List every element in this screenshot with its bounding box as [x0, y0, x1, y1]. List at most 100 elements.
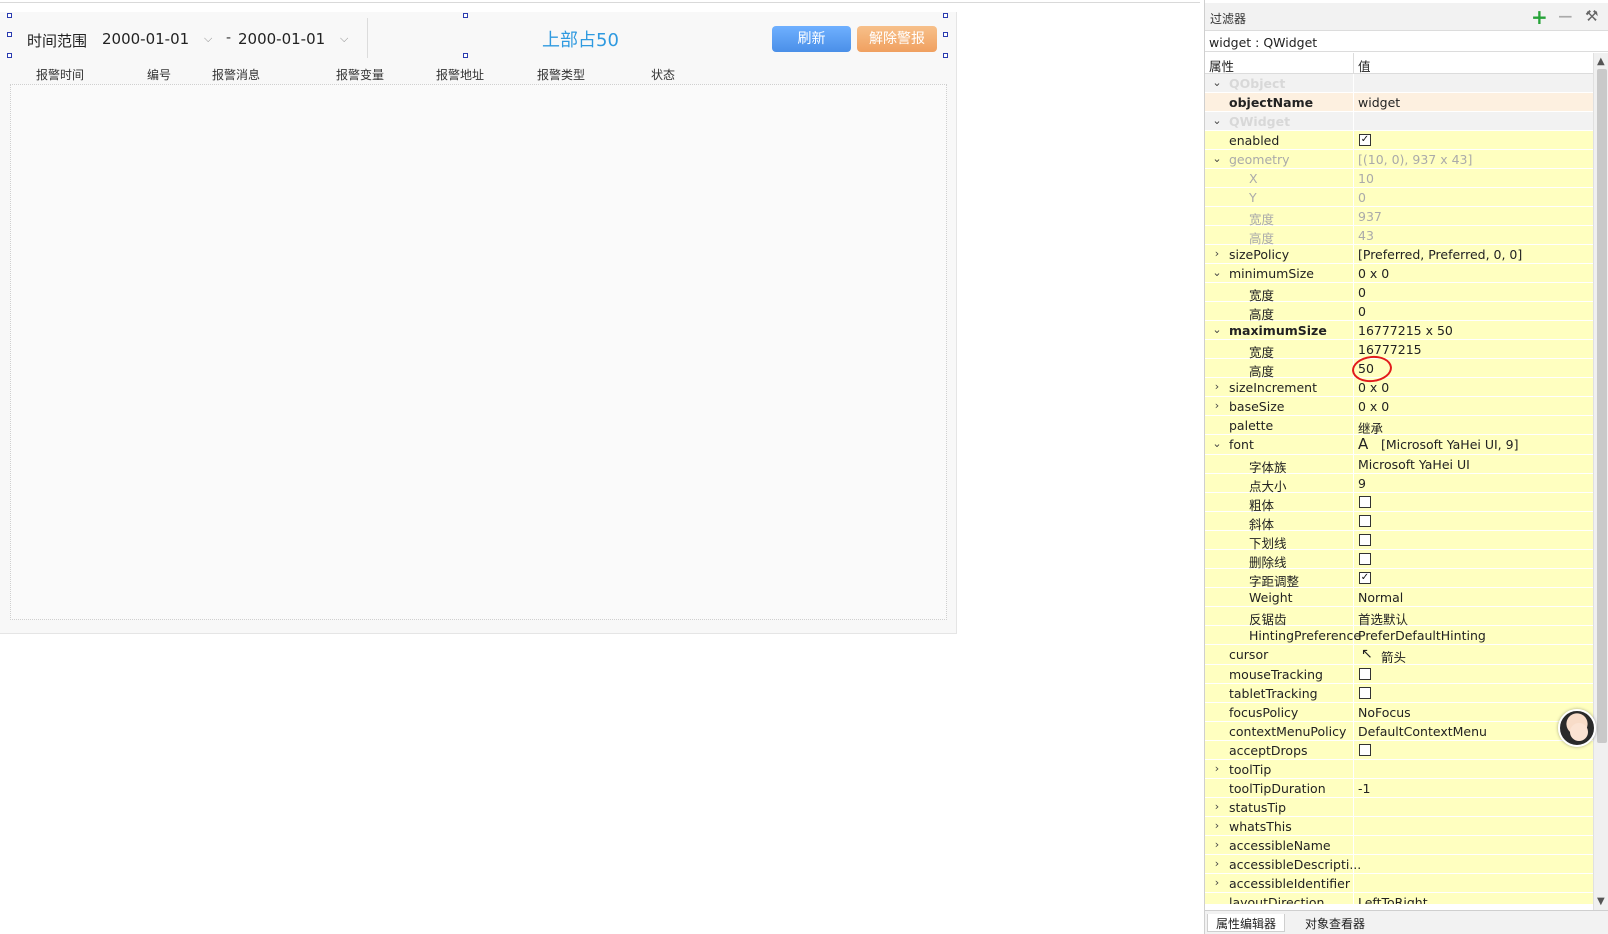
tab-object-inspector[interactable]: 对象查看器 [1297, 914, 1373, 932]
vertical-scrollbar[interactable]: ▲ ▼ [1593, 53, 1608, 910]
property-value[interactable]: DefaultContextMenu [1358, 724, 1487, 739]
chevron-down-icon[interactable]: ⌄ [1211, 266, 1223, 279]
property-value[interactable]: 937 [1358, 209, 1382, 224]
column-header[interactable]: 状态 [651, 66, 675, 83]
property-row[interactable]: 删除线 [1205, 550, 1593, 570]
property-row[interactable]: ⌄ maximumSize 16777215 x 50 [1205, 321, 1593, 340]
chevron-right-icon[interactable]: › [1211, 399, 1223, 412]
property-row[interactable]: 高度 43 [1205, 226, 1593, 246]
selection-handle[interactable] [7, 32, 12, 37]
property-value[interactable]: 0 x 0 [1358, 266, 1389, 281]
property-row[interactable]: layoutDirection LeftToRight [1205, 893, 1593, 904]
minus-icon[interactable]: − [1557, 4, 1574, 28]
chevron-right-icon[interactable]: › [1211, 800, 1223, 813]
checkbox-unchecked[interactable] [1359, 744, 1371, 756]
column-header[interactable]: 编号 [147, 66, 171, 83]
column-header[interactable]: 报警变量 [336, 66, 384, 83]
checkbox-checked[interactable]: ✓ [1359, 134, 1371, 146]
chevron-right-icon[interactable]: › [1211, 380, 1223, 393]
property-value[interactable]: LeftToRight [1358, 895, 1428, 904]
chevron-right-icon[interactable]: › [1211, 876, 1223, 889]
column-header[interactable]: 报警消息 [212, 66, 260, 83]
chevron-right-icon[interactable]: › [1211, 819, 1223, 832]
property-row[interactable]: 反锯齿 首选默认 [1205, 607, 1593, 627]
property-value[interactable]: 16777215 x 50 [1358, 323, 1453, 338]
property-value[interactable]: Microsoft YaHei UI [1358, 457, 1470, 472]
alarm-table-body[interactable] [10, 84, 947, 620]
property-row[interactable]: › sizeIncrement 0 x 0 [1205, 378, 1593, 397]
property-value[interactable]: 16777215 [1358, 342, 1422, 357]
selection-handle[interactable] [7, 13, 12, 18]
end-date-edit[interactable]: 2000-01-01 [238, 30, 325, 48]
selection-handle[interactable] [463, 13, 468, 18]
property-row[interactable]: mouseTracking [1205, 665, 1593, 684]
property-row[interactable]: Weight Normal [1205, 588, 1593, 607]
property-row[interactable]: cursor ↖ 箭头 [1205, 645, 1593, 665]
refresh-button[interactable]: 刷新 [772, 26, 851, 52]
property-row[interactable]: 宽度 0 [1205, 283, 1593, 303]
property-row[interactable]: 高度 0 [1205, 302, 1593, 322]
property-row[interactable]: ⌄ minimumSize 0 x 0 [1205, 264, 1593, 283]
property-row[interactable]: › accessibleName [1205, 836, 1593, 855]
scroll-up-icon[interactable]: ▲ [1597, 56, 1605, 67]
property-row[interactable]: objectName widget [1205, 93, 1593, 112]
property-row[interactable]: 粗体 [1205, 493, 1593, 513]
start-date-edit[interactable]: 2000-01-01 [102, 30, 189, 48]
chevron-down-icon[interactable]: ⌵ [340, 32, 348, 46]
chevron-right-icon[interactable]: › [1211, 762, 1223, 775]
scroll-down-icon[interactable]: ▼ [1597, 896, 1605, 907]
property-row[interactable]: 点大小 9 [1205, 474, 1593, 494]
property-row[interactable]: › accessibleIdentifier [1205, 874, 1593, 893]
column-header[interactable]: 报警地址 [436, 66, 484, 83]
property-value[interactable]: 43 [1358, 228, 1374, 243]
property-value[interactable]: PreferDefaultHinting [1358, 628, 1486, 643]
property-row[interactable]: contextMenuPolicy DefaultContextMenu [1205, 722, 1593, 741]
property-value[interactable]: -1 [1358, 781, 1370, 796]
property-value[interactable]: 0 x 0 [1358, 380, 1389, 395]
property-value[interactable]: [Preferred, Preferred, 0, 0] [1358, 247, 1522, 262]
property-value[interactable]: NoFocus [1358, 705, 1411, 720]
property-row[interactable]: ⌄ QObject [1205, 74, 1593, 93]
property-row[interactable]: 下划线 [1205, 531, 1593, 551]
property-row[interactable]: ⌄ geometry [(10, 0), 937 x 43] [1205, 150, 1593, 169]
checkbox-unchecked[interactable] [1359, 496, 1371, 508]
plus-icon[interactable]: + [1531, 5, 1548, 29]
chevron-right-icon[interactable]: › [1211, 838, 1223, 851]
property-row[interactable]: 斜体 [1205, 512, 1593, 532]
property-row[interactable]: Y0 [1205, 188, 1593, 207]
property-row[interactable]: › baseSize 0 x 0 [1205, 397, 1593, 416]
property-row[interactable]: › statusTip [1205, 798, 1593, 817]
filter-label[interactable]: 过滤器 [1210, 10, 1246, 27]
property-value[interactable]: 9 [1358, 476, 1366, 491]
property-row[interactable]: › toolTip [1205, 760, 1593, 779]
property-value[interactable]: 10 [1358, 171, 1374, 186]
chevron-down-icon[interactable]: ⌵ [204, 32, 212, 46]
checkbox-unchecked[interactable] [1359, 668, 1371, 680]
checkbox-unchecked[interactable] [1359, 534, 1371, 546]
property-value[interactable]: 0 [1358, 285, 1366, 300]
property-row[interactable]: › accessibleDescripti... [1205, 855, 1593, 874]
property-row[interactable]: ⌄ font A [Microsoft YaHei UI, 9] [1205, 435, 1593, 455]
property-row[interactable]: ⌄ QWidget [1205, 112, 1593, 131]
selection-handle[interactable] [943, 32, 948, 37]
property-row[interactable]: tabletTracking [1205, 684, 1593, 703]
selection-handle[interactable] [463, 53, 468, 58]
chevron-down-icon[interactable]: ⌄ [1211, 76, 1223, 89]
property-row[interactable]: 宽度 937 [1205, 207, 1593, 227]
property-value[interactable]: 0 [1358, 304, 1366, 319]
chevron-right-icon[interactable]: › [1211, 247, 1223, 260]
property-value[interactable]: 0 [1358, 190, 1366, 205]
property-row[interactable]: HintingPreference PreferDefaultHinting [1205, 626, 1593, 645]
selection-handle[interactable] [7, 53, 12, 58]
chevron-down-icon[interactable]: ⌄ [1211, 323, 1223, 336]
property-row[interactable]: 宽度 16777215 [1205, 340, 1593, 360]
header-widget[interactable]: 时间范围 2000-01-01 ⌵ - 2000-01-01 ⌵ 上部占50 刷… [10, 16, 947, 59]
property-column-header[interactable]: 属性 [1209, 56, 1234, 75]
property-value[interactable]: [Microsoft YaHei UI, 9] [1381, 437, 1518, 452]
chevron-down-icon[interactable]: ⌄ [1211, 437, 1223, 450]
scroll-thumb[interactable] [1597, 69, 1607, 743]
chevron-down-icon[interactable]: ⌄ [1211, 152, 1223, 165]
column-divider[interactable] [1353, 53, 1354, 74]
chevron-down-icon[interactable]: ⌄ [1211, 114, 1223, 127]
wrench-icon[interactable]: ⚒ [1585, 7, 1598, 25]
